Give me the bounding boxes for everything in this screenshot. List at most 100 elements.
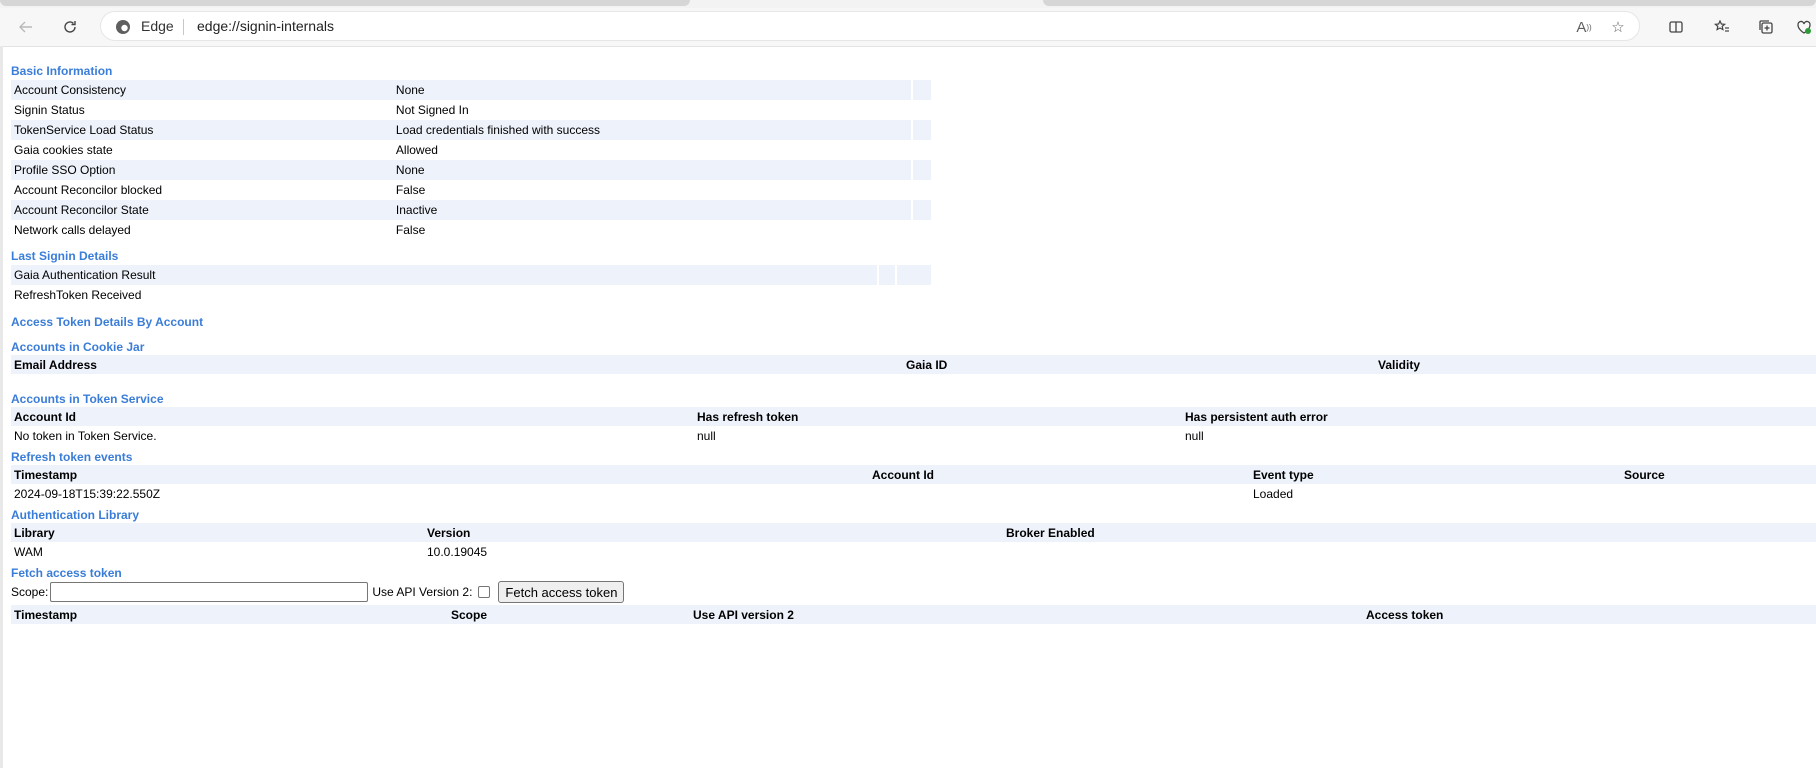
row-label: Gaia Authentication Result: [11, 265, 879, 285]
row-value: None: [392, 160, 913, 180]
row-extra: [911, 160, 931, 180]
back-arrow-icon: [19, 21, 32, 33]
column-header: Source: [1621, 465, 1816, 484]
row-value: Not Signed In: [395, 103, 469, 117]
row-value: False: [395, 183, 426, 197]
column-header: Access token: [1363, 605, 1816, 624]
fetch-token-title: Fetch access token: [11, 566, 122, 580]
row-label: Account Reconcilor blocked: [14, 183, 163, 197]
refresh-button[interactable]: [56, 13, 84, 41]
row-label: Account Consistency: [11, 80, 393, 100]
cookie-jar-table: Email Address Gaia ID Validity: [11, 355, 1816, 374]
table-row: Gaia cookies state Allowed: [11, 140, 931, 160]
table-cell: [1003, 542, 1816, 562]
signin-internals-page: Basic Information Account Consistency No…: [11, 64, 1816, 624]
table-row: Network calls delayed False: [11, 220, 931, 240]
column-header: Library: [11, 523, 424, 542]
table-cell: [869, 484, 1250, 504]
tab-inactive[interactable]: [0, 0, 690, 6]
table-cell: null: [697, 429, 716, 443]
last-signin-table: Gaia Authentication Result RefreshToken …: [11, 265, 931, 305]
cookie-jar-title: Accounts in Cookie Jar: [11, 340, 145, 354]
table-row: TokenService Load Status Load credential…: [11, 120, 931, 140]
fetch-token-table: Timestamp Scope Use API version 2 Access…: [11, 605, 1816, 624]
row-value: [877, 265, 897, 285]
table-row: Account Reconcilor blocked False: [11, 180, 931, 200]
row-value: Allowed: [395, 143, 438, 157]
row-extra: [911, 220, 931, 240]
page-left-edge: [0, 46, 3, 768]
table-cell: 2024-09-18T15:39:22.550Z: [14, 487, 161, 501]
row-label: Gaia cookies state: [14, 143, 113, 157]
favorite-star-icon[interactable]: ☆: [1607, 16, 1629, 38]
auth-library-table: Library Version Broker Enabled WAM 10.0.…: [11, 523, 1816, 562]
row-label: RefreshToken Received: [14, 288, 142, 302]
column-header: Version: [424, 523, 1003, 542]
split-screen-icon[interactable]: [1664, 15, 1688, 39]
row-extra: [895, 265, 931, 285]
favorites-icon[interactable]: [1710, 15, 1734, 39]
row-label: Account Reconcilor State: [11, 200, 393, 220]
fetch-access-token-button[interactable]: Fetch access token: [498, 581, 625, 603]
url-text[interactable]: edge://signin-internals: [197, 18, 334, 34]
scope-input[interactable]: [50, 582, 369, 602]
api-version-checkbox[interactable]: [478, 586, 491, 598]
column-header: Has persistent auth error: [1182, 407, 1816, 426]
tab-strip: [0, 0, 1816, 8]
column-header: Gaia ID: [903, 355, 1375, 374]
row-value: [877, 285, 897, 305]
table-row: No token in Token Service. null null: [11, 426, 1816, 446]
table-row: Profile SSO Option None: [11, 160, 931, 180]
table-row: Gaia Authentication Result: [11, 265, 931, 285]
row-extra: [911, 200, 931, 220]
table-header-row: Email Address Gaia ID Validity: [11, 355, 1816, 374]
address-bar[interactable]: Edge edge://signin-internals A)) ☆: [100, 11, 1640, 41]
table-cell: WAM: [14, 545, 43, 559]
row-value: Inactive: [392, 200, 913, 220]
token-service-title: Accounts in Token Service: [11, 392, 164, 406]
row-value: False: [395, 223, 426, 237]
browser-essentials-icon[interactable]: [1796, 15, 1816, 39]
row-extra: [895, 285, 931, 305]
column-header: Use API version 2: [690, 605, 1363, 624]
read-aloud-icon[interactable]: A)): [1573, 16, 1595, 38]
column-header: Broker Enabled: [1003, 523, 1816, 542]
row-extra: [911, 180, 931, 200]
browser-toolbar: Edge edge://signin-internals A)) ☆: [0, 8, 1816, 47]
table-cell: Loaded: [1253, 487, 1294, 501]
column-header: Account Id: [869, 465, 1250, 484]
auth-library-title: Authentication Library: [11, 508, 140, 522]
column-header: Event type: [1250, 465, 1621, 484]
refresh-events-title: Refresh token events: [11, 450, 133, 464]
table-cell: No token in Token Service.: [14, 429, 157, 443]
back-button[interactable]: [12, 13, 40, 41]
row-label: Profile SSO Option: [11, 160, 393, 180]
column-header: Scope: [448, 605, 690, 624]
row-label: TokenService Load Status: [11, 120, 393, 140]
table-row: Signin Status Not Signed In: [11, 100, 931, 120]
api-version-label: Use API Version 2:: [372, 585, 473, 599]
column-header: Timestamp: [11, 605, 448, 624]
table-row: 2024-09-18T15:39:22.550Z Loaded: [11, 484, 1816, 504]
row-label: Network calls delayed: [14, 223, 131, 237]
basic-info-title: Basic Information: [11, 64, 113, 78]
tab-inactive[interactable]: [1043, 0, 1816, 6]
scope-label: Scope:: [11, 585, 49, 599]
column-header: Validity: [1375, 355, 1816, 374]
site-identity-label[interactable]: Edge: [141, 18, 174, 34]
table-row: Account Consistency None: [11, 80, 931, 100]
row-extra: [911, 80, 931, 100]
row-label: Signin Status: [14, 103, 85, 117]
table-header-row: Account Id Has refresh token Has persist…: [11, 407, 1816, 426]
table-header-row: Timestamp Scope Use API version 2 Access…: [11, 605, 1816, 624]
basic-info-table: Account Consistency None Signin Status N…: [11, 80, 931, 240]
column-header: Account Id: [11, 407, 694, 426]
collections-icon[interactable]: [1754, 15, 1778, 39]
table-cell: 10.0.19045: [427, 545, 488, 559]
fetch-token-form: Scope: Use API Version 2: Fetch access t…: [11, 581, 1816, 603]
table-row: RefreshToken Received: [11, 285, 931, 305]
row-extra: [911, 100, 931, 120]
column-header: Has refresh token: [694, 407, 1182, 426]
table-cell: null: [1185, 429, 1204, 443]
refresh-events-table: Timestamp Account Id Event type Source 2…: [11, 465, 1816, 504]
